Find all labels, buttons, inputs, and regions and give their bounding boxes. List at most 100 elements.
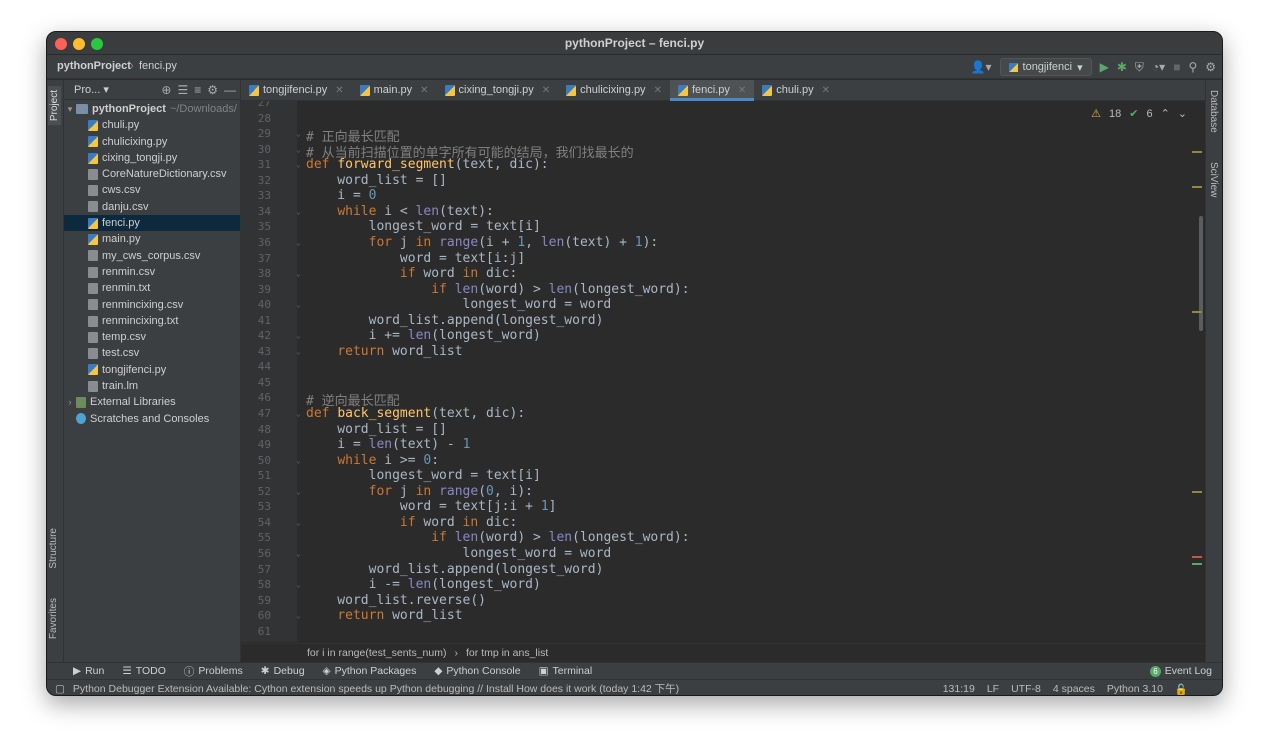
code-line[interactable]: i = len(text) - 1 bbox=[306, 437, 470, 452]
tree-file-item[interactable]: cws.csv bbox=[64, 182, 240, 198]
tab-structure[interactable]: Structure bbox=[48, 528, 59, 569]
tab-project[interactable]: Project bbox=[48, 86, 61, 126]
tree-file-item[interactable]: tongjifenci.py bbox=[64, 362, 240, 378]
interpreter[interactable]: Python 3.10 bbox=[1107, 683, 1163, 695]
editor-tab[interactable]: main.py ✕ bbox=[352, 80, 437, 100]
close-icon[interactable]: ✕ bbox=[335, 85, 343, 96]
code-line[interactable]: if word in dic: bbox=[306, 266, 517, 281]
code-line[interactable]: while i < len(text): bbox=[306, 204, 494, 219]
fold-icon[interactable]: ⌄ bbox=[296, 518, 301, 527]
close-icon[interactable]: ✕ bbox=[420, 85, 428, 96]
fold-icon[interactable]: ⌄ bbox=[296, 207, 301, 216]
tree-file-item[interactable]: chulicixing.py bbox=[64, 134, 240, 150]
chevron-down-icon[interactable]: ⌄ bbox=[1178, 107, 1187, 120]
code-line[interactable]: for j in range(0, i): bbox=[306, 484, 533, 499]
line-separator[interactable]: LF bbox=[987, 683, 999, 695]
tree-file-item[interactable]: CoreNatureDictionary.csv bbox=[64, 166, 240, 182]
collapse-all-icon[interactable]: ≡ bbox=[194, 83, 201, 97]
code-line[interactable]: while i >= 0: bbox=[306, 453, 439, 468]
code-line[interactable]: longest_word = word bbox=[306, 297, 612, 312]
fold-icon[interactable]: ⌄ bbox=[296, 580, 301, 589]
fold-icon[interactable]: ⌄ bbox=[296, 549, 301, 558]
gear-icon[interactable]: ⚙ bbox=[1205, 60, 1216, 74]
search-icon[interactable]: ⚲ bbox=[1188, 60, 1197, 74]
close-icon[interactable]: ✕ bbox=[738, 85, 746, 96]
debug-tool-button[interactable]: ✱ Debug bbox=[261, 665, 305, 677]
tree-file-item[interactable]: temp.csv bbox=[64, 329, 240, 345]
status-message[interactable]: Python Debugger Extension Available: Cyt… bbox=[73, 681, 679, 695]
chevron-right-icon[interactable]: › bbox=[64, 394, 76, 410]
tree-root[interactable]: ▾ pythonProject ~/Downloads/ bbox=[64, 101, 240, 117]
profile-icon[interactable]: ◔▾ bbox=[1152, 60, 1165, 74]
chevron-up-icon[interactable]: ⌃ bbox=[1161, 107, 1170, 120]
inspection-widget[interactable]: ⚠ 18 ✔ 6 ⌃ ⌄ bbox=[1091, 107, 1187, 121]
python-packages-tool-button[interactable]: ◈ Python Packages bbox=[323, 665, 417, 677]
tree-file-item[interactable]: cixing_tongji.py bbox=[64, 150, 240, 166]
code-line[interactable]: def forward_segment(text, dic): bbox=[306, 157, 549, 172]
tree-file-item[interactable]: chuli.py bbox=[64, 117, 240, 133]
code-line[interactable]: i = 0 bbox=[306, 188, 376, 203]
todo-tool-button[interactable]: ☰ TODO bbox=[122, 665, 166, 677]
fold-icon[interactable]: ⌄ bbox=[296, 300, 301, 309]
code-line[interactable]: word_list.append(longest_word) bbox=[306, 562, 604, 577]
tree-scratches[interactable]: Scratches and Consoles bbox=[64, 411, 240, 427]
python-console-tool-button[interactable]: ◆ Python Console bbox=[434, 665, 520, 677]
code-line[interactable]: if len(word) > len(longest_word): bbox=[306, 282, 689, 297]
code-area[interactable]: 27 28 29 ⌄ 30 ⌄ 31 ⌄ 32 33 34 ⌄ 35 36 ⌄ 37 38 ⌄ 39 40 ⌄ 41 42 ⌄… bbox=[241, 101, 1207, 642]
tree-file-item[interactable]: my_cws_corpus.csv bbox=[64, 248, 240, 264]
tree-file-item[interactable]: danju.csv bbox=[64, 199, 240, 215]
editor-tab[interactable]: chuli.py ✕ bbox=[754, 80, 838, 100]
breadcrumb-item[interactable]: for i in range(test_sents_num) bbox=[307, 647, 446, 659]
fold-icon[interactable]: ⌄ bbox=[296, 238, 301, 247]
tree-file-item[interactable]: renmincixing.txt bbox=[64, 313, 240, 329]
tab-sciview[interactable]: SciView bbox=[1208, 162, 1219, 197]
code-line[interactable]: longest_word = text[i] bbox=[306, 468, 541, 483]
code-line[interactable]: i -= len(longest_word) bbox=[306, 577, 541, 592]
fold-icon[interactable]: ⌄ bbox=[296, 129, 301, 138]
tree-file-item[interactable]: renmin.csv bbox=[64, 264, 240, 280]
file-encoding[interactable]: UTF-8 bbox=[1011, 683, 1041, 695]
code-line[interactable]: for j in range(i + 1, len(text) + 1): bbox=[306, 235, 659, 250]
indent-setting[interactable]: 4 spaces bbox=[1053, 683, 1095, 695]
lock-icon[interactable]: 🔓 bbox=[1175, 683, 1188, 695]
debug-icon[interactable]: ✱ bbox=[1117, 60, 1127, 74]
problems-tool-button[interactable]: ⓘ Problems bbox=[184, 664, 243, 679]
terminal-tool-button[interactable]: ▣ Terminal bbox=[539, 665, 593, 677]
tree-file-item[interactable]: renmincixing.csv bbox=[64, 297, 240, 313]
editor-tab[interactable]: cixing_tongji.py ✕ bbox=[437, 80, 559, 100]
gear-icon[interactable]: ⚙ bbox=[207, 83, 218, 97]
tree-file-item[interactable]: train.lm bbox=[64, 378, 240, 394]
tree-file-item[interactable]: main.py bbox=[64, 231, 240, 247]
nav-project[interactable]: pythonProject bbox=[57, 60, 131, 72]
code-line[interactable]: word = text[i:j] bbox=[306, 251, 525, 266]
tree-file-item[interactable]: renmin.txt bbox=[64, 280, 240, 296]
close-icon[interactable]: ✕ bbox=[822, 85, 830, 96]
code-line[interactable]: i += len(longest_word) bbox=[306, 328, 541, 343]
code-line[interactable]: if len(word) > len(longest_word): bbox=[306, 530, 689, 545]
close-icon[interactable]: ✕ bbox=[542, 85, 550, 96]
expand-all-icon[interactable]: ☰ bbox=[177, 83, 188, 97]
editor-tab[interactable]: chulicixing.py ✕ bbox=[558, 80, 670, 100]
nav-file[interactable]: fenci.py bbox=[139, 60, 177, 72]
fold-icon[interactable]: ⌄ bbox=[296, 269, 301, 278]
run-tool-button[interactable]: ▶ Run bbox=[73, 665, 104, 677]
tab-favorites[interactable]: Favorites bbox=[48, 598, 59, 639]
fold-icon[interactable]: ⌄ bbox=[296, 409, 301, 418]
code-line[interactable]: longest_word = word bbox=[306, 546, 612, 561]
fold-icon[interactable]: ⌄ bbox=[296, 331, 301, 340]
tree-file-item[interactable]: test.csv bbox=[64, 345, 240, 361]
panel-toggle-icon[interactable]: ▢ bbox=[55, 683, 65, 695]
run-icon[interactable]: ▶ bbox=[1100, 60, 1109, 74]
fold-icon[interactable]: ⌄ bbox=[296, 611, 301, 620]
run-configuration-select[interactable]: tongjifenci ▾ bbox=[999, 58, 1092, 76]
code-line[interactable]: def back_segment(text, dic): bbox=[306, 406, 525, 421]
tab-database[interactable]: Database bbox=[1208, 90, 1219, 133]
close-icon[interactable]: ✕ bbox=[654, 85, 662, 96]
editor-tab[interactable]: tongjifenci.py ✕ bbox=[241, 80, 352, 100]
code-line[interactable]: longest_word = text[i] bbox=[306, 219, 541, 234]
fold-icon[interactable]: ⌄ bbox=[296, 145, 301, 154]
locate-icon[interactable]: ⊕ bbox=[161, 83, 171, 97]
code-line[interactable]: return word_list bbox=[306, 608, 462, 623]
fold-icon[interactable]: ⌄ bbox=[296, 487, 301, 496]
user-icon[interactable]: 👤▾ bbox=[971, 60, 992, 74]
